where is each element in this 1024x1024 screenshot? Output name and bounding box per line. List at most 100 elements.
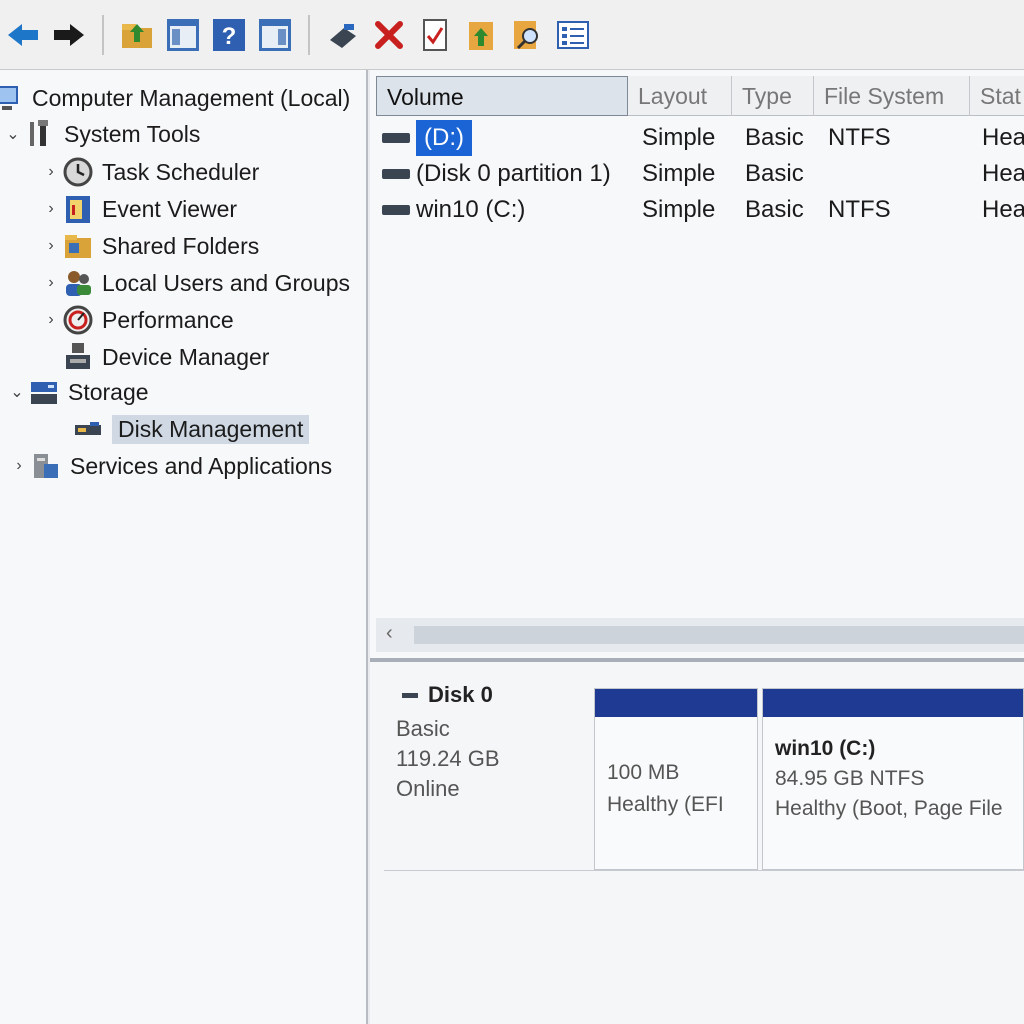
device-manager-icon xyxy=(66,343,90,369)
help-icon[interactable]: ? xyxy=(209,12,249,58)
column-header-file-system[interactable]: File System xyxy=(814,76,970,116)
back-icon[interactable] xyxy=(3,12,43,58)
partition-status: Healthy (EFI xyxy=(607,793,724,816)
volume-name: win10 (C:) xyxy=(416,196,526,223)
tree-item-performance[interactable]: › Performance xyxy=(40,302,234,338)
disk-type: Basic xyxy=(396,716,450,741)
chevron-right-icon[interactable]: › xyxy=(40,311,62,329)
tree-item-label: Event Viewer xyxy=(102,195,238,222)
volume-icon xyxy=(382,169,410,179)
scrollbar-thumb[interactable] xyxy=(414,626,1024,644)
chevron-right-icon[interactable]: › xyxy=(40,274,62,292)
chevron-right-icon[interactable]: › xyxy=(40,237,62,255)
tree-item-task-scheduler[interactable]: › Task Scheduler xyxy=(40,154,259,190)
toolbar-separator xyxy=(102,14,104,55)
svg-text:?: ? xyxy=(222,23,237,50)
horizontal-scrollbar[interactable]: ‹ xyxy=(376,618,1024,652)
partition-title: win10 (C:) xyxy=(775,737,876,760)
type-cell: Basic xyxy=(745,196,804,223)
partition-win10-c[interactable]: win10 (C:) 84.95 GB NTFS Healthy (Boot, … xyxy=(762,688,1024,870)
partition-size: 100 MB xyxy=(607,761,680,784)
disk-info[interactable]: Disk 0 Basic 119.24 GB Online xyxy=(384,682,590,872)
divider xyxy=(384,870,1024,871)
volume-cell: (D:) xyxy=(382,120,472,156)
table-row[interactable]: (Disk 0 partition 1) Simple Basic Hea xyxy=(370,156,1024,192)
disk-icon xyxy=(402,692,418,698)
performance-icon xyxy=(63,305,93,335)
console-tree: Computer Management (Local) ⌄ System Too… xyxy=(0,70,368,1024)
tree-item-label: Local Users and Groups xyxy=(102,269,351,296)
chevron-down-icon[interactable]: ⌄ xyxy=(6,382,28,402)
tree-item-label: Services and Applications xyxy=(70,452,333,479)
table-row[interactable]: (D:) Simple Basic NTFS Hea xyxy=(370,120,1024,156)
disk-title: Disk 0 xyxy=(384,682,590,708)
tree-item-storage[interactable]: ⌄ Storage xyxy=(6,374,149,410)
services-icon xyxy=(34,454,58,478)
connect-drive-icon[interactable] xyxy=(323,12,363,58)
system-tools-icon xyxy=(30,120,48,146)
layout-cell: Simple xyxy=(642,196,716,223)
status-cell: Hea xyxy=(982,196,1024,223)
scroll-left-arrow[interactable]: ‹ xyxy=(386,622,393,645)
partition-size: 84.95 GB NTFS xyxy=(775,767,925,790)
partition-efi[interactable]: 100 MB Healthy (EFI xyxy=(594,688,758,870)
tree-item-label: Disk Management xyxy=(112,414,310,444)
computer-management-window: ? Computer Management (Local) ⌄ System T… xyxy=(0,0,1024,1024)
tree-root-label: Computer Management (Local) xyxy=(32,84,351,111)
tree-item-disk-management[interactable]: Disk Management xyxy=(72,411,310,447)
disk-state: Online xyxy=(396,776,460,801)
forward-icon[interactable] xyxy=(49,12,89,58)
chevron-right-icon[interactable]: › xyxy=(40,200,62,218)
export-icon[interactable] xyxy=(461,12,501,58)
partition-bar xyxy=(595,689,757,717)
tree-item-label: Task Scheduler xyxy=(102,158,260,185)
column-header-volume[interactable]: Volume xyxy=(376,76,628,116)
status-cell: Hea xyxy=(982,124,1024,151)
tree-item-device-manager[interactable]: Device Manager xyxy=(62,339,269,375)
tree-item-system-tools[interactable]: ⌄ System Tools xyxy=(2,116,200,152)
show-hide-action-pane-icon[interactable] xyxy=(255,12,295,58)
column-header-type[interactable]: Type xyxy=(732,76,814,116)
disk-management-icon xyxy=(75,422,101,435)
shared-folder-icon xyxy=(65,235,91,258)
partition-status: Healthy (Boot, Page File xyxy=(775,797,1003,820)
clock-icon xyxy=(63,157,93,187)
volume-list-pane: Volume Layout Type File System Stat (D:)… xyxy=(370,70,1024,1024)
volume-list-header: Volume Layout Type File System Stat xyxy=(376,76,1024,116)
search-icon[interactable] xyxy=(507,12,547,58)
type-cell: Basic xyxy=(745,160,804,187)
disk-name: Disk 0 xyxy=(428,682,493,707)
column-header-status[interactable]: Stat xyxy=(970,76,1024,116)
status-cell: Hea xyxy=(982,160,1024,187)
delete-icon[interactable] xyxy=(369,12,409,58)
chevron-down-icon[interactable]: ⌄ xyxy=(2,124,24,144)
volume-name: (D:) xyxy=(416,120,472,156)
tree-item-shared-folders[interactable]: › Shared Folders xyxy=(40,228,259,264)
tree-root-computer-management[interactable]: Computer Management (Local) xyxy=(0,80,350,116)
users-icon xyxy=(66,271,91,296)
column-header-layout[interactable]: Layout xyxy=(628,76,732,116)
event-viewer-icon xyxy=(66,196,90,223)
volume-icon xyxy=(382,205,410,215)
table-row[interactable]: win10 (C:) Simple Basic NTFS Hea xyxy=(370,192,1024,228)
type-cell: Basic xyxy=(745,124,804,151)
computer-management-icon xyxy=(0,86,18,110)
storage-icon xyxy=(31,382,57,404)
volume-icon xyxy=(382,133,410,143)
toolbar: ? xyxy=(0,0,1024,70)
chevron-right-icon[interactable]: › xyxy=(8,457,30,475)
layout-cell: Simple xyxy=(642,124,716,151)
tree-item-label: Storage xyxy=(68,378,149,405)
partition-bar xyxy=(763,689,1023,717)
properties-icon[interactable] xyxy=(415,12,455,58)
list-view-icon[interactable] xyxy=(553,12,593,58)
chevron-right-icon[interactable]: › xyxy=(40,163,62,181)
layout-cell: Simple xyxy=(642,160,716,187)
tree-item-local-users-and-groups[interactable]: › Local Users and Groups xyxy=(40,265,350,301)
up-folder-icon[interactable] xyxy=(117,12,157,58)
volume-cell: (Disk 0 partition 1) xyxy=(382,156,611,192)
show-hide-console-tree-icon[interactable] xyxy=(163,12,203,58)
tree-item-services-and-applications[interactable]: › Services and Applications xyxy=(8,448,332,484)
toolbar-separator xyxy=(308,14,310,55)
tree-item-event-viewer[interactable]: › Event Viewer xyxy=(40,191,237,227)
